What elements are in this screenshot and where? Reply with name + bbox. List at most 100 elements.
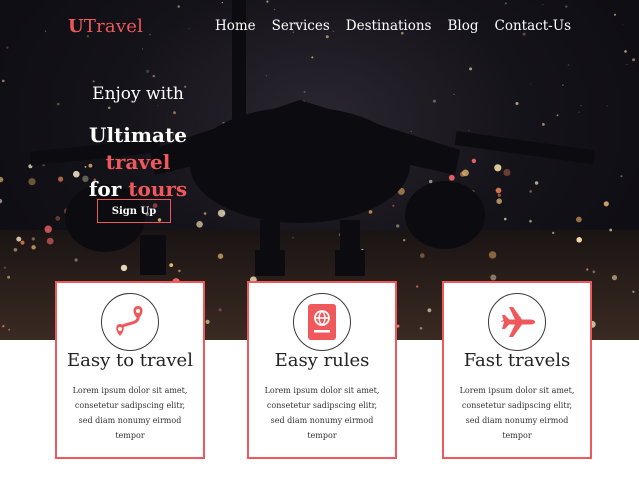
city-light [542,4,544,5]
headline-part1: Ultimate [89,123,187,147]
runway-light [16,236,22,242]
city-light [562,84,564,86]
city-light [504,2,507,5]
runway-light [448,174,455,181]
runway-light [217,209,226,217]
city-light [266,0,269,3]
city-light [567,64,570,66]
runway-light [292,236,294,239]
city-light [2,79,5,83]
city-light [107,106,111,110]
city-light [453,93,455,95]
city-light [565,5,568,8]
city-light [152,74,155,78]
site-logo[interactable]: UTravel [68,16,143,37]
main-nav: Home Services Destinations Blog Contact-… [215,18,571,34]
city-light [542,123,545,126]
nav-home[interactable]: Home [215,18,256,34]
feature-icon-wrapper [488,293,546,351]
runway-light [403,239,406,242]
runway-light [218,308,222,312]
runway-light [460,171,466,177]
city-light [632,58,636,62]
city-light [626,64,628,66]
runway-light [120,264,128,272]
city-light [468,130,470,131]
runway-light [20,240,25,245]
runway-light [2,325,5,328]
city-light [221,1,224,4]
nav-contact-us[interactable]: Contact-Us [495,18,571,34]
runway-light [495,187,502,194]
feature-title: Easy rules [274,350,370,371]
nav-destinations[interactable]: Destinations [346,18,432,34]
feature-title: Easy to travel [67,350,193,371]
runway-light [368,210,373,214]
runway-light [4,266,6,269]
route-icon [116,306,143,336]
runway-light [503,169,511,176]
runway-light [504,217,507,221]
runway-light [203,212,207,215]
city-light [578,111,580,113]
runway-light [494,164,502,172]
city-light [149,33,151,36]
feature-icon-wrapper [293,293,351,351]
runway-light [576,237,582,243]
nav-services[interactable]: Services [272,18,330,34]
city-light [622,24,624,26]
runway-light [392,204,395,207]
feature-title: Fast travels [463,350,571,371]
runway-light [552,231,555,234]
runway-light [419,327,423,330]
signup-button[interactable]: Sign Up [97,199,171,223]
airplane-icon [501,307,535,337]
runway-light [396,224,400,228]
runway-light [178,269,181,273]
runway-light [609,228,613,232]
nav-blog[interactable]: Blog [448,18,479,34]
runway-light [74,258,78,262]
runway-light [44,225,52,233]
runway-light [611,275,618,281]
city-light [580,104,582,107]
city-light [6,46,9,49]
runway-light [529,190,532,193]
runway-light [471,158,477,164]
city-light [624,50,627,53]
city-light [146,69,150,73]
runway-light [529,219,532,223]
runway-light [7,275,11,279]
city-light [515,102,519,105]
runway-light [13,248,18,252]
headline-accent1: travel [105,150,171,174]
city-light [614,13,616,16]
runway-light [196,221,203,228]
hero-headline: Ultimate travel for tours [58,122,218,203]
runway-light [620,175,623,178]
feature-description: Lorem ipsum dolor sit amet, consetetur s… [264,386,380,440]
runway-light [46,237,54,245]
city-light [44,30,47,32]
runway-light [490,274,497,281]
runway-light [31,237,35,241]
city-light [177,5,180,8]
runway-light [586,268,589,271]
city-light [92,80,95,83]
city-light [469,67,473,71]
feature-card-fast-travels: Fast travels Lorem ipsum dolor sit amet,… [442,281,592,459]
runway-light [427,308,432,313]
runway-light [632,290,635,293]
runway-light [0,176,4,183]
city-light [311,56,314,59]
headline-part2: for [88,177,129,201]
hero-tagline: Enjoy with [92,84,184,104]
runway-light [28,178,36,186]
city-light [265,75,268,77]
city-light [142,48,144,50]
runway-light [420,253,425,258]
runway-light [55,216,61,221]
runway-light [169,263,174,267]
feature-description: Lorem ipsum dolor sit amet, consetetur s… [459,386,575,440]
city-light [303,90,306,93]
